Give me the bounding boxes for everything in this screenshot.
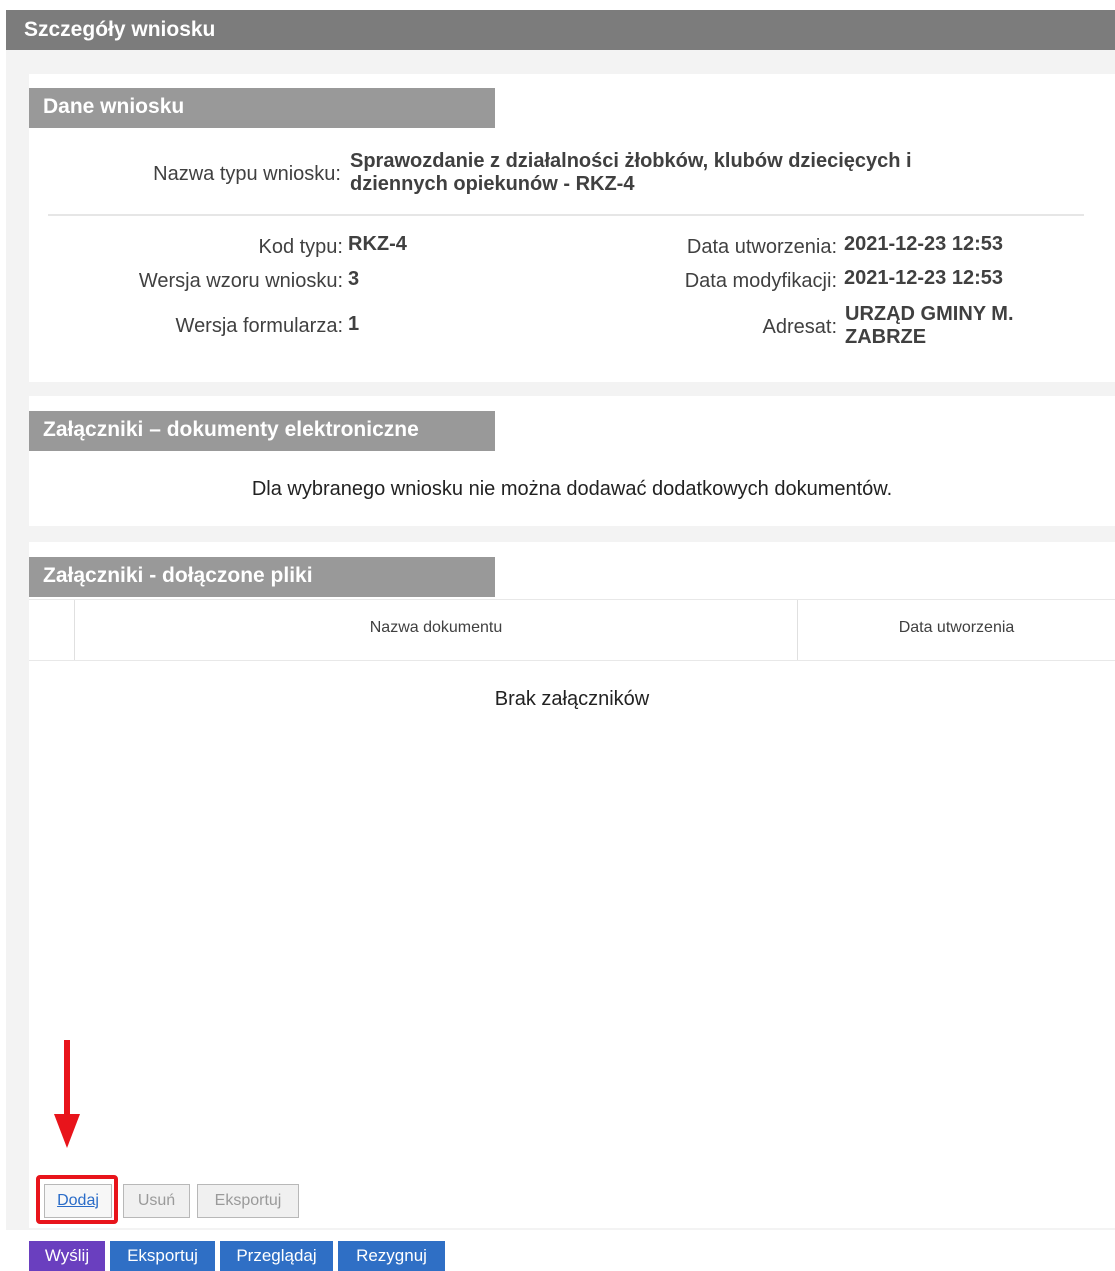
remove-attachment-button[interactable]: Usuń xyxy=(123,1184,190,1218)
modified-date-label: Data modyfikacji: xyxy=(684,270,837,292)
addressee-value-line2: ZABRZE xyxy=(845,326,927,348)
addressee-label: Adresat: xyxy=(762,316,837,338)
form-version-value: 1 xyxy=(348,313,360,335)
attached-files-header: Załączniki - dołączone pliki xyxy=(29,557,495,597)
type-name-value-line1: Sprawozdanie z działalności żłobków, klu… xyxy=(350,150,912,172)
page: Szczegóły wniosku Dane wniosku Nazwa typ… xyxy=(0,0,1115,1271)
send-button[interactable]: Wyślij xyxy=(29,1241,105,1271)
export-attachment-button[interactable]: Eksportuj xyxy=(197,1184,299,1218)
select-column-header[interactable] xyxy=(29,600,75,660)
highlight-frame xyxy=(36,1175,118,1224)
attachments-table-header: Nazwa dokumentu Data utworzenia xyxy=(29,599,1115,661)
electronic-documents-header: Załączniki – dokumenty elektroniczne xyxy=(29,411,495,451)
type-code-label: Kod typu: xyxy=(258,236,343,258)
electronic-documents-info: Dla wybranego wniosku nie można dodawać … xyxy=(251,478,893,500)
template-version-label: Wersja wzoru wniosku: xyxy=(138,270,343,292)
type-code-value: RKZ-4 xyxy=(348,233,407,255)
divider xyxy=(48,214,1084,216)
created-date-label: Data utworzenia: xyxy=(686,236,837,258)
type-name-value-line2: dziennych opiekunów - RKZ-4 xyxy=(350,173,635,195)
addressee-value: URZĄD GMINY M. ZABRZE xyxy=(845,303,1014,349)
template-version-value: 3 xyxy=(348,268,360,290)
created-date-column-header[interactable]: Data utworzenia xyxy=(798,600,1115,660)
modified-date-value: 2021-12-23 12:53 xyxy=(844,267,1004,289)
empty-attachments-message: Brak załączników xyxy=(494,688,650,710)
application-data-header: Dane wniosku xyxy=(29,88,495,128)
page-title: Szczegóły wniosku xyxy=(6,10,1115,50)
browse-button[interactable]: Przeglądaj xyxy=(220,1241,333,1271)
created-date-value: 2021-12-23 12:53 xyxy=(844,233,1004,255)
form-version-label: Wersja formularza: xyxy=(175,315,343,337)
cancel-button[interactable]: Rezygnuj xyxy=(338,1241,445,1271)
down-arrow-icon xyxy=(54,1040,80,1148)
addressee-value-line1: URZĄD GMINY M. xyxy=(845,303,1014,325)
document-name-column-header[interactable]: Nazwa dokumentu xyxy=(75,600,798,660)
export-button[interactable]: Eksportuj xyxy=(110,1241,215,1271)
type-name-label: Nazwa typu wniosku: xyxy=(153,163,341,185)
type-name-value: Sprawozdanie z działalności żłobków, klu… xyxy=(350,150,912,196)
